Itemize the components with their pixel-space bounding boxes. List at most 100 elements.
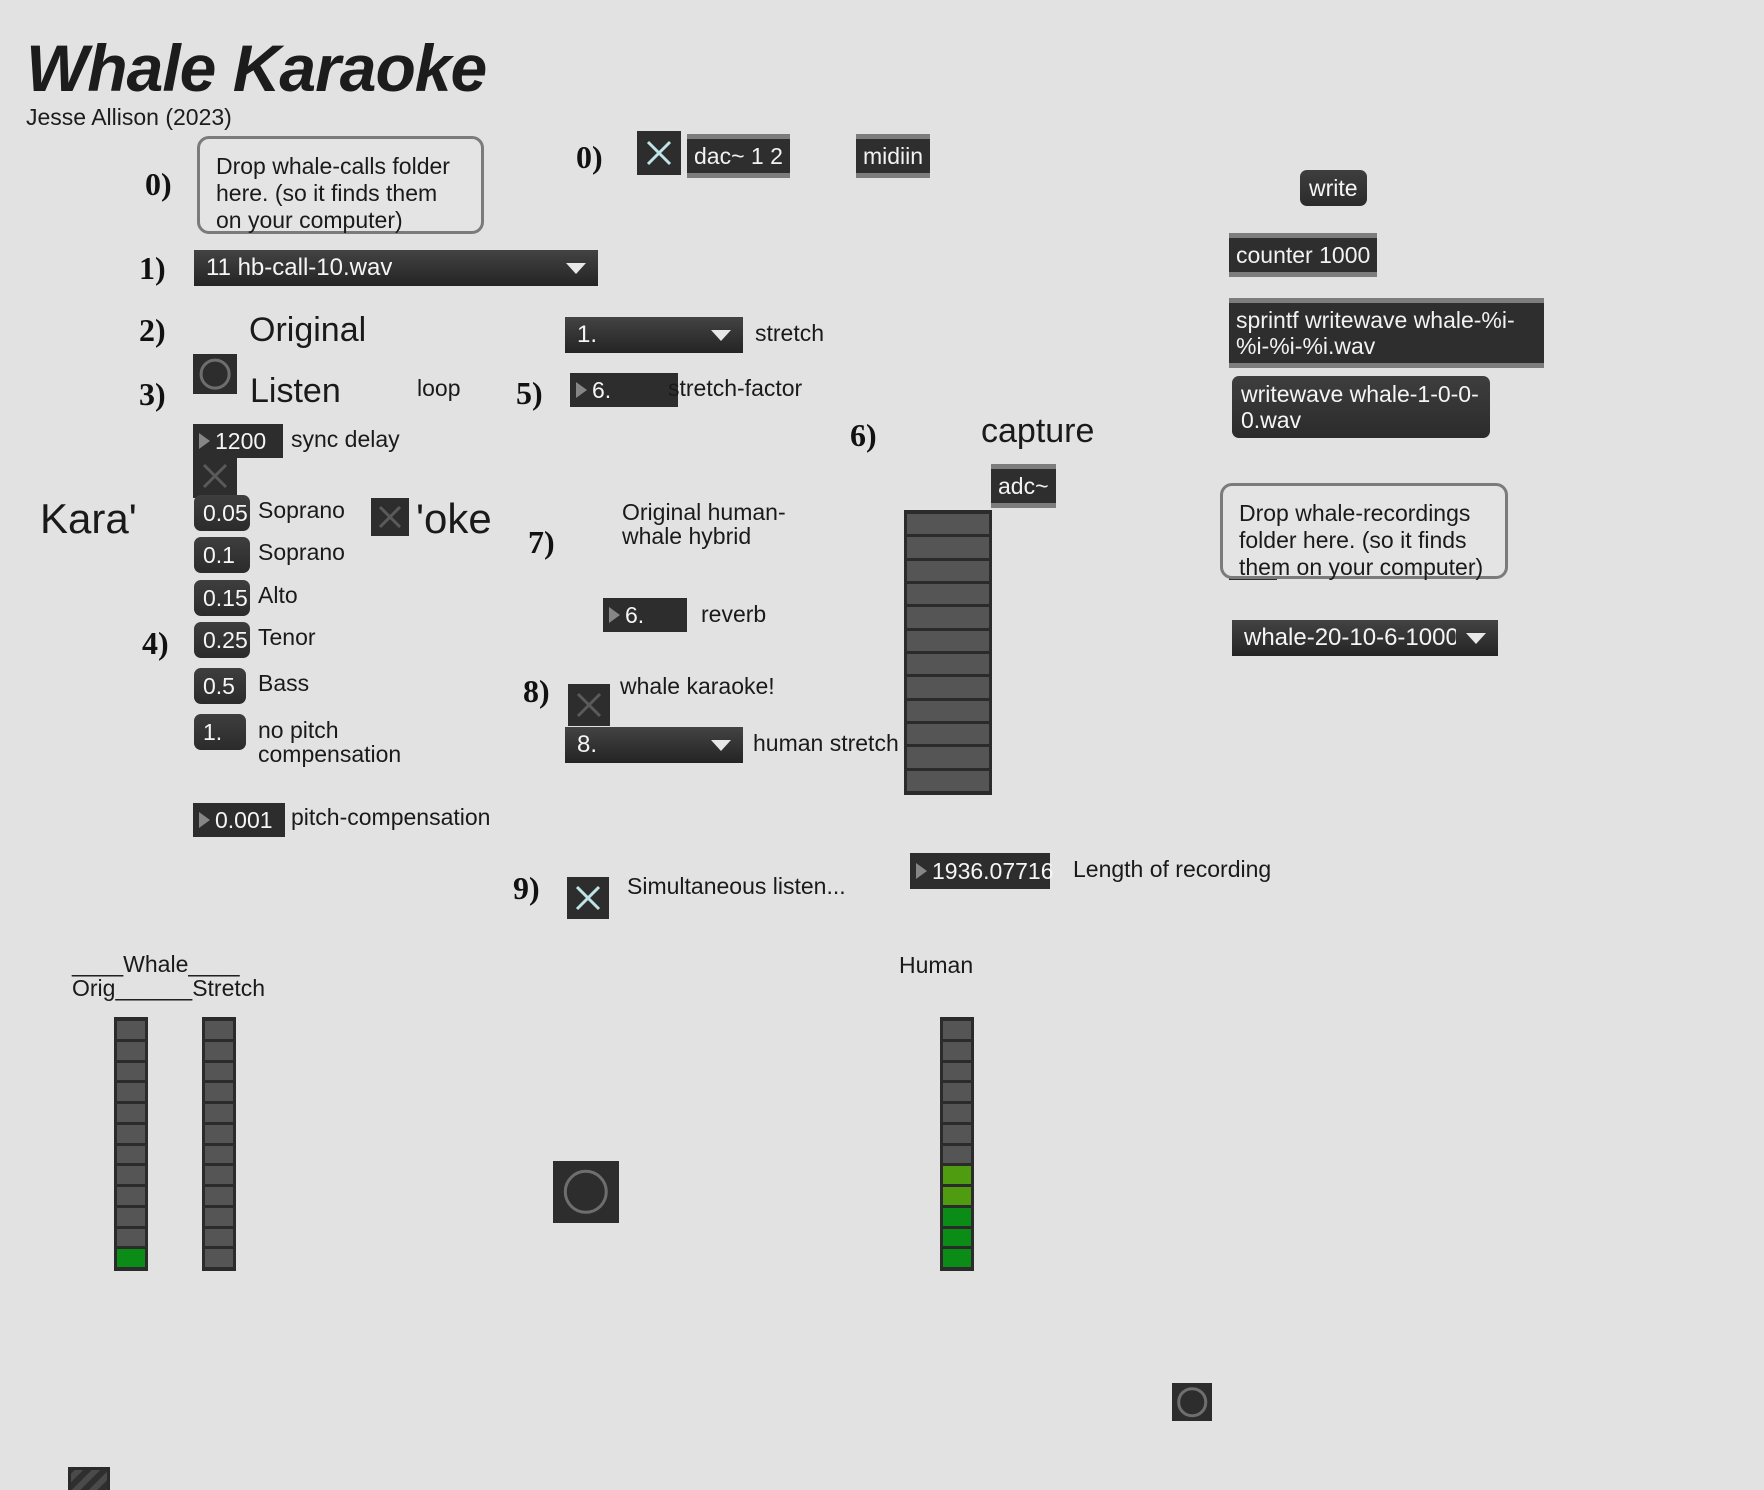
meter-segment	[907, 537, 989, 558]
pitch-compensation-numbox[interactable]: 0.001	[193, 803, 285, 837]
numbox-triangle-icon	[609, 607, 620, 623]
meter-segment	[205, 1228, 233, 1247]
voice-preset-alto[interactable]: 0.15	[194, 580, 250, 617]
chevron-down-icon	[711, 739, 731, 751]
meter-segment	[205, 1021, 233, 1039]
simultaneous-listen-button[interactable]	[553, 1161, 619, 1223]
meter-segment	[205, 1104, 233, 1122]
recordings-file-menu[interactable]: whale-20-10-6-1000....	[1232, 620, 1498, 656]
sprintf-object[interactable]: sprintf writewave whale-%i-%i-%i-%i.wav	[1229, 298, 1544, 369]
toggle-x-icon	[378, 505, 402, 529]
meter-segment	[907, 653, 989, 675]
recording-length-numbox[interactable]: 1936.07716	[910, 853, 1054, 889]
toggle-x-icon	[575, 885, 601, 911]
whale-original-meter	[114, 1017, 148, 1271]
stretch-menu-value: 1.	[577, 321, 598, 348]
meter-segment	[117, 1083, 145, 1101]
meter-segment	[117, 1228, 145, 1247]
meter-segment	[117, 1104, 145, 1122]
listen-toggle[interactable]	[193, 454, 237, 498]
meter-segment-active	[943, 1228, 971, 1247]
counter-object[interactable]: counter 1000	[1229, 233, 1378, 278]
recording-length-value: 1936.07716	[932, 857, 1054, 884]
pitch-compensation-value: 0.001	[215, 806, 273, 833]
meter-segment	[205, 1041, 233, 1060]
dsp-toggle[interactable]	[637, 131, 681, 175]
dropzone-whale-calls[interactable]: Drop whale-calls folder here. (so it fin…	[197, 136, 484, 234]
meter-segment	[205, 1207, 233, 1226]
voice-label-soprano-2: Soprano	[258, 539, 345, 565]
toggle-x-icon	[576, 692, 602, 718]
meter-segment	[205, 1187, 233, 1205]
meter-segment-active	[943, 1207, 971, 1226]
sync-delay-label: sync delay	[291, 426, 400, 452]
chevron-down-icon	[1466, 632, 1486, 644]
dac-object[interactable]: dac~ 1 2	[687, 134, 790, 179]
human-stretch-menu-value: 8.	[577, 731, 598, 758]
meter-segment	[907, 560, 989, 581]
meter-segment	[907, 723, 989, 745]
step-label-2: 2)	[139, 312, 166, 348]
reverb-numbox[interactable]: 6.	[603, 598, 687, 632]
meter-segment	[907, 583, 989, 605]
meter-segment	[907, 677, 989, 698]
midiin-object[interactable]: midiin	[856, 134, 931, 179]
listen-label: Listen	[250, 372, 341, 410]
whale-call-file-menu-value: 11 hb-call-10.wav	[206, 254, 393, 281]
step-label-7: 7)	[528, 524, 555, 560]
meter-segment	[907, 514, 989, 535]
meter-segment	[943, 1124, 971, 1143]
meter-segment	[205, 1145, 233, 1164]
stretch-factor-label: stretch-factor	[668, 375, 803, 401]
step-label-6: 6)	[850, 417, 877, 453]
adc-object[interactable]: adc~	[991, 464, 1056, 509]
chevron-down-icon	[566, 262, 586, 274]
step-label-0a: 0)	[145, 166, 172, 202]
human-section-label: Human	[899, 952, 974, 978]
stretch-menu[interactable]: 1.	[565, 317, 743, 353]
meter-segment	[907, 747, 989, 768]
meter-segment	[205, 1062, 233, 1081]
play-original-button[interactable]	[193, 354, 237, 394]
human-stretch-menu[interactable]: 8.	[565, 727, 743, 763]
meter-segment	[117, 1187, 145, 1205]
meter-segment	[117, 1207, 145, 1226]
writewave-message[interactable]: writewave whale-1-0-0-0.wav	[1232, 376, 1490, 439]
stretch-factor-value: 6.	[592, 376, 612, 403]
meter-segment	[907, 770, 989, 791]
sync-delay-value: 1200	[215, 427, 267, 454]
page-title: Whale Karaoke	[26, 31, 487, 105]
meter-segment	[907, 630, 989, 651]
human-stretch-label: human stretch	[753, 730, 899, 756]
whale-original-gain-slider[interactable]	[68, 1467, 110, 1490]
meter-segment	[117, 1021, 145, 1039]
meter-segment	[943, 1104, 971, 1122]
meter-segment	[205, 1124, 233, 1143]
kara-text-right: 'oke	[416, 495, 492, 542]
step-label-5: 5)	[516, 375, 543, 411]
voice-preset-tenor[interactable]: 0.25	[194, 622, 250, 659]
step-label-8: 8)	[523, 673, 550, 709]
hybrid-toggle[interactable]	[568, 684, 610, 726]
dropzone-whale-recordings[interactable]: Drop whale-recordings folder here. (so i…	[1220, 483, 1508, 580]
whale-karaoke-toggle[interactable]	[567, 877, 609, 919]
stretch-factor-numbox[interactable]: 6.	[570, 373, 678, 407]
loop-label: loop	[417, 375, 461, 401]
whale-call-file-menu[interactable]: 11 hb-call-10.wav	[194, 250, 598, 286]
meter-segment	[907, 607, 989, 628]
sync-delay-numbox[interactable]: 1200	[193, 424, 283, 458]
voice-preset-bass[interactable]: 0.5	[194, 668, 246, 705]
voice-preset-none[interactable]: 1.	[194, 714, 246, 751]
loop-toggle[interactable]	[371, 498, 409, 536]
meter-segment	[943, 1062, 971, 1081]
step-label-0b: 0)	[576, 139, 603, 175]
voice-preset-soprano-1[interactable]: 0.05	[194, 495, 250, 532]
meter-segment	[205, 1249, 233, 1267]
meter-segment	[117, 1041, 145, 1060]
meter-segment	[907, 700, 989, 721]
meter-segment	[205, 1166, 233, 1184]
whale-section-label-top: ____Whale____	[72, 951, 240, 977]
set-selected-region-button[interactable]	[1172, 1383, 1212, 1421]
write-message[interactable]: write	[1300, 170, 1367, 207]
voice-preset-soprano-2[interactable]: 0.1	[194, 537, 250, 574]
